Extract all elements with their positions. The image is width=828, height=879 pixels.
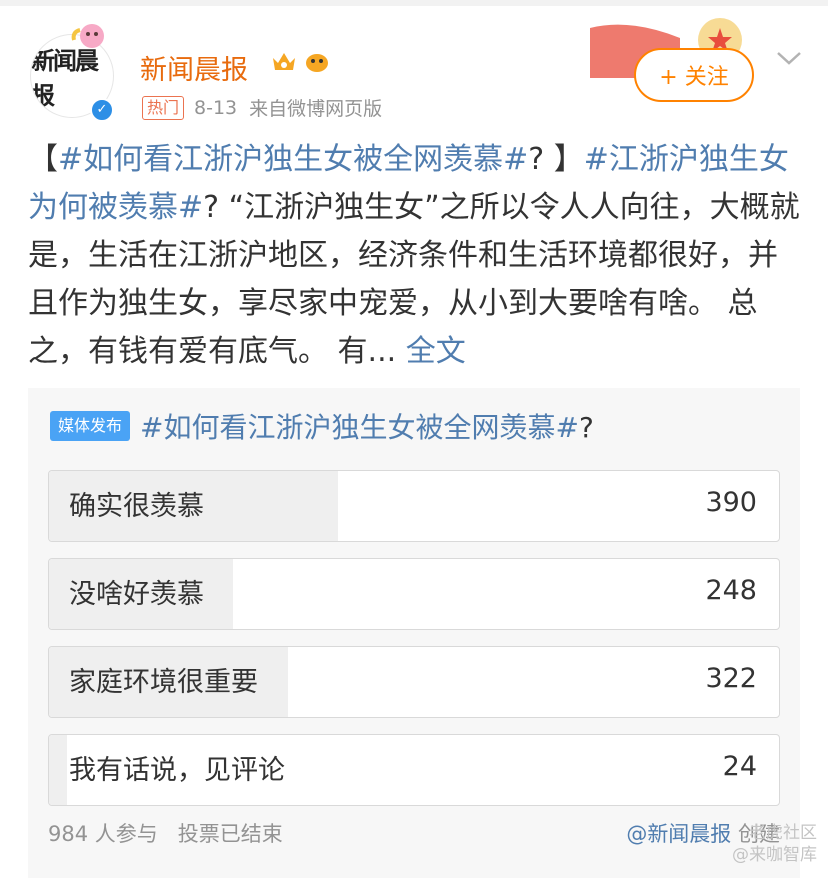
user-badges bbox=[270, 48, 332, 76]
poll-participants: 984 人参与 bbox=[48, 822, 158, 846]
user-name[interactable]: 新闻晨报 bbox=[140, 48, 248, 87]
poll-option-label: 没啥好羡慕 bbox=[69, 579, 204, 610]
poll-option-count: 248 bbox=[705, 575, 757, 606]
watermark-line1: 老虎社区 bbox=[749, 823, 817, 843]
post-segment: 【 bbox=[28, 142, 58, 177]
poll-option-label: 我有话说，见评论 bbox=[69, 755, 285, 786]
post-header: 新闻晨报 ✓ 新闻晨报 热门 8-13 来自微博网页版 + 关注 bbox=[0, 6, 828, 126]
poll-option-bar bbox=[49, 735, 67, 805]
poll-option[interactable]: 我有话说，见评论 24 bbox=[48, 734, 780, 806]
poll-option-count: 390 bbox=[705, 487, 757, 518]
follow-button[interactable]: + 关注 bbox=[634, 48, 754, 102]
poll-title: #如何看江浙沪独生女被全网羡慕#? bbox=[140, 406, 594, 446]
watermark: 老虎社区 @来咖智库 bbox=[732, 822, 817, 866]
poll-option-label: 确实很羡慕 bbox=[69, 491, 204, 522]
watermark-line2: @来咖智库 bbox=[732, 845, 817, 865]
poll-option[interactable]: 确实很羡慕 390 bbox=[48, 470, 780, 542]
poll-title-suffix: ? bbox=[578, 411, 594, 444]
poll-status: 投票已结束 bbox=[177, 822, 283, 846]
media-tag: 媒体发布 bbox=[50, 411, 131, 441]
topic-link[interactable]: #如何看江浙沪独生女被全网羡慕# bbox=[58, 142, 528, 177]
poll-footer: 984 人参与 投票已结束 @新闻晨报 创建 bbox=[48, 818, 780, 848]
post-meta: 热门 8-13 来自微博网页版 bbox=[142, 94, 382, 121]
vip-crown-icon bbox=[273, 53, 295, 70]
avatar-container[interactable]: 新闻晨报 ✓ bbox=[26, 24, 122, 122]
poll-card: 媒体发布 #如何看江浙沪独生女被全网羡慕#? 确实很羡慕 390 没啥好羡慕 2… bbox=[28, 388, 800, 878]
poll-option-count: 322 bbox=[705, 663, 757, 694]
avatar-badge-icon bbox=[71, 24, 104, 48]
poll-option-count: 24 bbox=[722, 751, 757, 782]
avatar-logo-text: 新闻晨报 bbox=[31, 47, 99, 110]
poll-option-label: 家庭环境很重要 bbox=[69, 667, 258, 698]
verified-icon: ✓ bbox=[90, 98, 114, 122]
post-source: 来自微博网页版 bbox=[249, 98, 383, 120]
poll-option[interactable]: 家庭环境很重要 322 bbox=[48, 646, 780, 718]
poll-header: 媒体发布 #如何看江浙沪独生女被全网羡慕#? bbox=[50, 406, 594, 446]
fish-badge-icon bbox=[306, 54, 328, 72]
poll-topic-link[interactable]: #如何看江浙沪独生女被全网羡慕# bbox=[140, 411, 579, 444]
hot-tag: 热门 bbox=[142, 95, 185, 120]
post-text: 【#如何看江浙沪独生女被全网羡慕#? 】#江浙沪独生女为何被羡慕#? “江浙沪独… bbox=[28, 136, 804, 376]
poll-option[interactable]: 没啥好羡慕 248 bbox=[48, 558, 780, 630]
read-more-link[interactable]: 全文 bbox=[406, 334, 466, 369]
creator-link[interactable]: @新闻晨报 bbox=[626, 822, 731, 846]
post-date: 8-13 bbox=[194, 96, 238, 119]
chevron-down-icon[interactable] bbox=[775, 48, 803, 68]
post-segment: ? 】 bbox=[528, 142, 584, 177]
